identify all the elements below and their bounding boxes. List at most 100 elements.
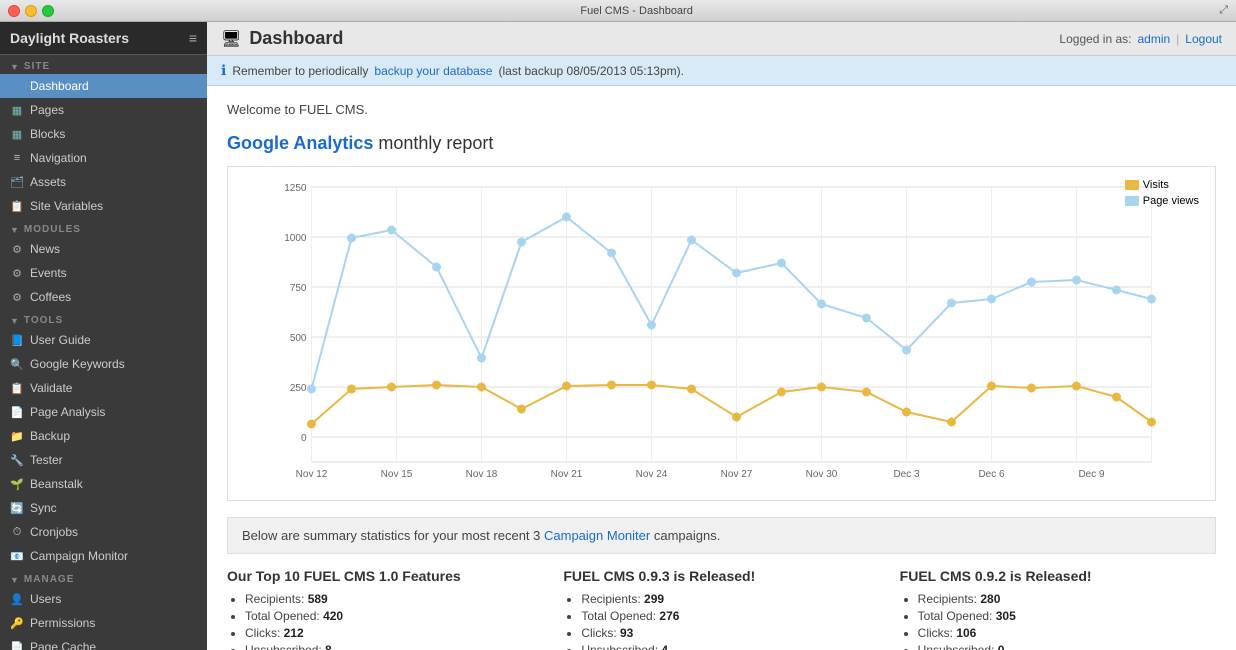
campaign-3-clicks: Clicks: 106 xyxy=(918,626,1216,640)
modules-section-label: MODULES xyxy=(24,224,81,235)
app-layout: Daylight Roasters ≡ ▼ SITE 🖥 Dashboard ▦… xyxy=(0,22,1236,650)
modules-section-toggle[interactable]: ▼ MODULES xyxy=(0,218,207,237)
sidebar-item-label: Events xyxy=(30,266,67,280)
site-section-label: SITE xyxy=(24,61,50,72)
analytics-chart: 1250 1000 750 500 250 0 xyxy=(227,166,1216,501)
window-title: Fuel CMS - Dashboard xyxy=(54,5,1219,17)
campaign-moniter-link[interactable]: Campaign Moniter xyxy=(544,528,650,543)
menu-icon[interactable]: ≡ xyxy=(189,30,197,46)
sidebar-item-pages[interactable]: ▦ Pages xyxy=(0,98,207,122)
sidebar-header: Daylight Roasters ≡ xyxy=(0,22,207,55)
pages-icon: ▦ xyxy=(10,103,24,117)
backup-database-link[interactable]: backup your database xyxy=(374,64,492,78)
svg-text:Nov 15: Nov 15 xyxy=(381,469,413,480)
navigation-icon: ≡ xyxy=(10,151,24,165)
campaign-monitor-icon: 📧 xyxy=(10,549,24,563)
dashboard-icon: 🖥 xyxy=(10,79,24,93)
sidebar-item-google-keywords[interactable]: 🔍 Google Keywords xyxy=(0,352,207,376)
minimize-button[interactable] xyxy=(25,5,37,17)
campaign-3-recipients: Recipients: 280 xyxy=(918,592,1216,606)
sidebar-item-label: Sync xyxy=(30,501,57,515)
main-area: 🖥 Dashboard Logged in as: admin | Logout… xyxy=(207,22,1236,650)
svg-text:500: 500 xyxy=(290,333,307,344)
close-button[interactable] xyxy=(8,5,20,17)
users-icon: 👤 xyxy=(10,592,24,606)
svg-text:1250: 1250 xyxy=(284,183,307,194)
infobar-message: Remember to periodically xyxy=(232,64,368,78)
sidebar-item-label: Page Cache xyxy=(30,640,96,650)
sidebar-item-dashboard[interactable]: 🖥 Dashboard xyxy=(0,74,207,98)
logged-in-label: Logged in as: xyxy=(1059,32,1131,46)
sidebar-item-cronjobs[interactable]: ⏱ Cronjobs xyxy=(0,520,207,544)
sidebar-item-label: Users xyxy=(30,592,61,606)
campaign-bar-suffix: campaigns. xyxy=(654,528,720,543)
sidebar-item-label: Pages xyxy=(30,103,64,117)
events-icon: ⚙ xyxy=(10,266,24,280)
manage-section-toggle[interactable]: ▼ MANAGE xyxy=(0,568,207,587)
sidebar-item-sync[interactable]: 🔄 Sync xyxy=(0,496,207,520)
svg-text:Nov 12: Nov 12 xyxy=(296,469,328,480)
tools-section-toggle[interactable]: ▼ TOOLS xyxy=(0,309,207,328)
svg-text:1000: 1000 xyxy=(284,233,307,244)
tester-icon: 🔧 xyxy=(10,453,24,467)
svg-text:Dec 6: Dec 6 xyxy=(978,469,1005,480)
sidebar-item-label: Campaign Monitor xyxy=(30,549,128,563)
google-analytics-link[interactable]: Google Analytics xyxy=(227,133,373,153)
page-analysis-icon: 📄 xyxy=(10,405,24,419)
sidebar-item-permissions[interactable]: 🔑 Permissions xyxy=(0,611,207,635)
sidebar-item-news[interactable]: ⚙ News xyxy=(0,237,207,261)
sidebar-item-site-variables[interactable]: 📋 Site Variables xyxy=(0,194,207,218)
username-link[interactable]: admin xyxy=(1137,32,1170,46)
sidebar-item-page-cache[interactable]: 📄 Page Cache xyxy=(0,635,207,650)
sidebar-item-page-analysis[interactable]: 📄 Page Analysis xyxy=(0,400,207,424)
logout-link[interactable]: Logout xyxy=(1185,32,1222,46)
welcome-text: Welcome to FUEL CMS. xyxy=(227,102,1216,117)
user-guide-icon: 📘 xyxy=(10,333,24,347)
sidebar-item-user-guide[interactable]: 📘 User Guide xyxy=(0,328,207,352)
cronjobs-icon: ⏱ xyxy=(10,525,24,539)
campaign-1-stats: Recipients: 589 Total Opened: 420 Clicks… xyxy=(227,592,543,650)
sidebar-item-label: Page Analysis xyxy=(30,405,105,419)
sidebar-item-validate[interactable]: 📋 Validate xyxy=(0,376,207,400)
sidebar-item-label: User Guide xyxy=(30,333,91,347)
page-cache-icon: 📄 xyxy=(10,640,24,650)
sidebar-item-backup[interactable]: 📁 Backup xyxy=(0,424,207,448)
coffees-icon: ⚙ xyxy=(10,290,24,304)
campaign-2-clicks: Clicks: 93 xyxy=(581,626,879,640)
assets-icon: 🗂 xyxy=(10,175,24,189)
campaign-summary-bar: Below are summary statistics for your mo… xyxy=(227,517,1216,554)
sidebar-item-label: Blocks xyxy=(30,127,65,141)
sidebar-item-assets[interactable]: 🗂 Assets xyxy=(0,170,207,194)
site-section-toggle[interactable]: ▼ SITE xyxy=(0,55,207,74)
sidebar-item-campaign-monitor[interactable]: 📧 Campaign Monitor xyxy=(0,544,207,568)
campaign-1-opened: Total Opened: 420 xyxy=(245,609,543,623)
campaign-3-title: FUEL CMS 0.9.2 is Released! xyxy=(900,568,1216,584)
campaign-1-recipients: Recipients: 589 xyxy=(245,592,543,606)
maximize-button[interactable] xyxy=(42,5,54,17)
chart-svg: 1250 1000 750 500 250 0 xyxy=(238,177,1205,487)
sidebar-item-coffees[interactable]: ⚙ Coffees xyxy=(0,285,207,309)
topbar-left: 🖥 Dashboard xyxy=(221,28,343,49)
sidebar-item-events[interactable]: ⚙ Events xyxy=(0,261,207,285)
sidebar-item-label: Tester xyxy=(30,453,63,467)
campaign-2-stats: Recipients: 299 Total Opened: 276 Clicks… xyxy=(563,592,879,650)
sidebar-item-label: Navigation xyxy=(30,151,87,165)
campaign-2-unsubscribed: Unsubscribed: 4 xyxy=(581,643,879,650)
app-name: Daylight Roasters xyxy=(10,30,129,46)
sidebar-item-blocks[interactable]: ▦ Blocks xyxy=(0,122,207,146)
infobar: ℹ Remember to periodically backup your d… xyxy=(207,56,1236,86)
backup-icon: 📁 xyxy=(10,429,24,443)
campaign-2-title: FUEL CMS 0.9.3 is Released! xyxy=(563,568,879,584)
info-icon: ℹ xyxy=(221,62,226,79)
tools-section-label: TOOLS xyxy=(24,315,63,326)
window-controls[interactable] xyxy=(8,5,54,17)
expand-icon[interactable]: ⤢ xyxy=(1219,4,1228,17)
sidebar-item-users[interactable]: 👤 Users xyxy=(0,587,207,611)
sidebar-item-navigation[interactable]: ≡ Navigation xyxy=(0,146,207,170)
campaign-3-opened: Total Opened: 305 xyxy=(918,609,1216,623)
campaign-2-opened: Total Opened: 276 xyxy=(581,609,879,623)
sidebar-item-tester[interactable]: 🔧 Tester xyxy=(0,448,207,472)
sidebar-item-label: Google Keywords xyxy=(30,357,125,371)
titlebar: Fuel CMS - Dashboard ⤢ xyxy=(0,0,1236,22)
sidebar-item-beanstalk[interactable]: 🌱 Beanstalk xyxy=(0,472,207,496)
